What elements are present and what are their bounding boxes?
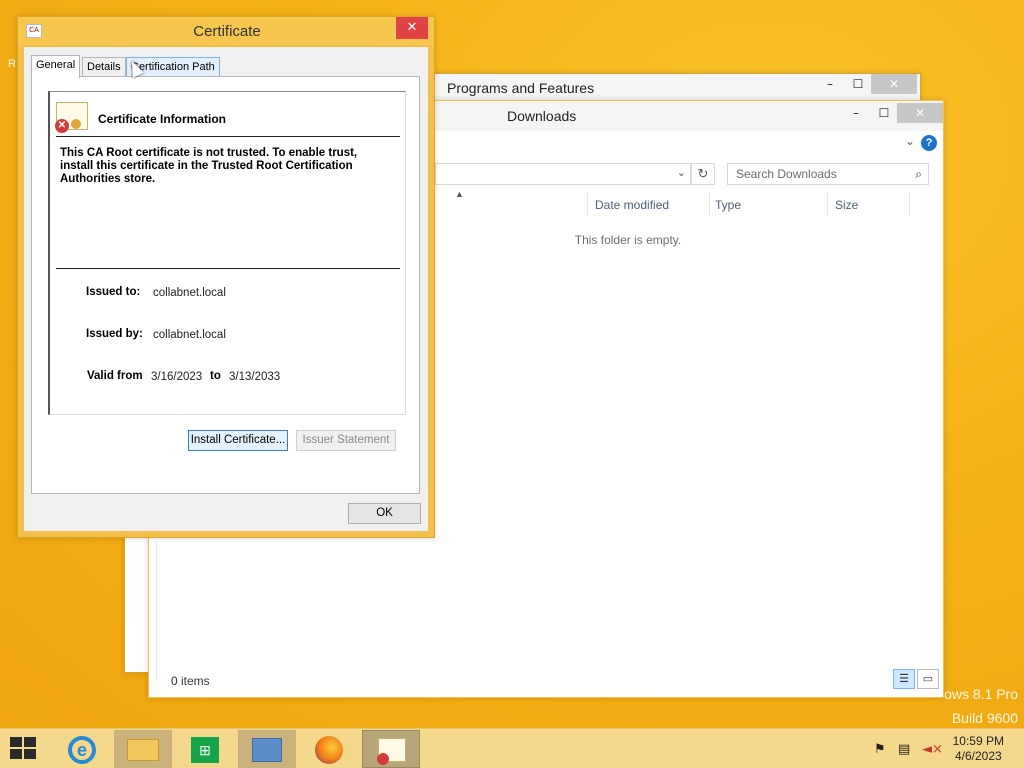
- divider: [56, 136, 400, 137]
- ok-button[interactable]: OK: [348, 503, 421, 524]
- minimize-button[interactable]: –: [817, 74, 843, 94]
- column-header-type[interactable]: Type: [715, 198, 741, 212]
- column-separator[interactable]: [827, 193, 828, 215]
- column-separator[interactable]: [709, 193, 710, 215]
- system-clock[interactable]: 10:59 PM 4/6/2023: [953, 734, 1004, 764]
- taskbar-certificate[interactable]: [362, 730, 420, 768]
- large-icons-view-button[interactable]: ▭: [917, 669, 939, 689]
- certificate-info-box: ✕ Certificate Information This CA Root c…: [48, 91, 406, 415]
- close-button[interactable]: ✕: [871, 74, 917, 94]
- taskbar-control-panel[interactable]: [238, 730, 296, 768]
- refresh-button[interactable]: ↻: [691, 163, 715, 185]
- column-header-date-modified[interactable]: Date modified: [595, 198, 669, 212]
- store-icon: ⊞: [191, 737, 219, 763]
- details-view-button[interactable]: ☰: [893, 669, 915, 689]
- chevron-down-icon[interactable]: ⌄: [677, 166, 686, 179]
- valid-from-value: 3/16/2023: [151, 371, 203, 383]
- divider: [56, 268, 400, 269]
- valid-to-label: to: [210, 370, 221, 382]
- taskbar-file-explorer[interactable]: [114, 730, 172, 768]
- certificate-titlebar[interactable]: CA Certificate ✕: [18, 17, 434, 45]
- issued-by-label: Issued by:: [86, 328, 143, 340]
- column-separator[interactable]: [587, 193, 588, 215]
- start-button[interactable]: [10, 737, 38, 761]
- valid-from-label: Valid from: [87, 370, 143, 382]
- install-certificate-button[interactable]: Install Certificate...: [188, 430, 288, 451]
- os-watermark-edition: ows 8.1 Pro: [944, 686, 1018, 702]
- volume-muted-icon[interactable]: ◄×: [922, 742, 943, 757]
- firefox-icon: [315, 736, 343, 764]
- trust-warning-text: This CA Root certificate is not trusted.…: [60, 147, 358, 185]
- issued-to-value: collabnet.local: [153, 287, 226, 299]
- address-bar[interactable]: ⌄: [435, 163, 691, 185]
- internet-explorer-icon: e: [68, 736, 96, 764]
- valid-to-value: 3/13/2033: [229, 371, 281, 383]
- certificate-dialog-title: Certificate: [193, 23, 261, 40]
- issued-by-value: collabnet.local: [153, 329, 226, 341]
- maximize-button[interactable]: ☐: [871, 103, 897, 123]
- tab-details[interactable]: Details: [82, 57, 126, 77]
- downloads-window-title: Downloads: [507, 108, 577, 124]
- column-separator[interactable]: [909, 193, 910, 215]
- taskbar-firefox[interactable]: [300, 730, 358, 768]
- taskbar-internet-explorer[interactable]: e: [52, 730, 110, 768]
- certificate-info-heading: Certificate Information: [98, 112, 227, 126]
- certificate-body: General Details Certification Path ✕ Cer…: [24, 47, 428, 531]
- control-panel-icon: [252, 738, 282, 762]
- clock-time: 10:59 PM: [952, 734, 1004, 748]
- clock-date: 4/6/2023: [954, 749, 1002, 763]
- taskbar: e ⊞ ⚑ ▤ ◄× 10:59 PM 4/6/2023: [0, 728, 1024, 768]
- search-placeholder: Search Downloads: [736, 167, 837, 181]
- status-item-count: 0 items: [171, 674, 210, 688]
- certificate-icon: [377, 738, 406, 765]
- taskbar-store[interactable]: ⊞: [176, 730, 234, 768]
- tab-general[interactable]: General: [31, 55, 81, 78]
- close-button[interactable]: ✕: [897, 103, 943, 123]
- issued-to-label: Issued to:: [86, 286, 141, 298]
- desktop-icon-label[interactable]: R: [8, 58, 16, 70]
- search-input[interactable]: Search Downloads ⌕: [727, 163, 929, 185]
- minimize-button[interactable]: –: [843, 103, 869, 123]
- os-watermark-build: Build 9600: [951, 710, 1018, 726]
- column-header-size[interactable]: Size: [835, 198, 858, 212]
- certificate-dialog: CA Certificate ✕ General Details Certifi…: [17, 16, 435, 538]
- maximize-button[interactable]: ☐: [845, 74, 871, 94]
- action-center-flag-icon[interactable]: ⚑: [874, 742, 886, 757]
- folder-icon: [127, 739, 159, 761]
- programs-window-title: Programs and Features: [447, 80, 595, 96]
- pane-divider: [156, 541, 157, 681]
- help-icon[interactable]: ?: [921, 135, 937, 151]
- close-button[interactable]: ✕: [396, 17, 428, 39]
- untrusted-certificate-icon: ✕: [55, 102, 88, 133]
- network-icon[interactable]: ▤: [898, 742, 910, 757]
- issuer-statement-button[interactable]: Issuer Statement: [296, 430, 396, 451]
- search-icon[interactable]: ⌕: [915, 167, 922, 182]
- ribbon-expand-icon[interactable]: ⌄: [905, 134, 915, 148]
- general-tab-panel: ✕ Certificate Information This CA Root c…: [31, 76, 420, 494]
- sort-caret-icon: ▲: [455, 189, 464, 199]
